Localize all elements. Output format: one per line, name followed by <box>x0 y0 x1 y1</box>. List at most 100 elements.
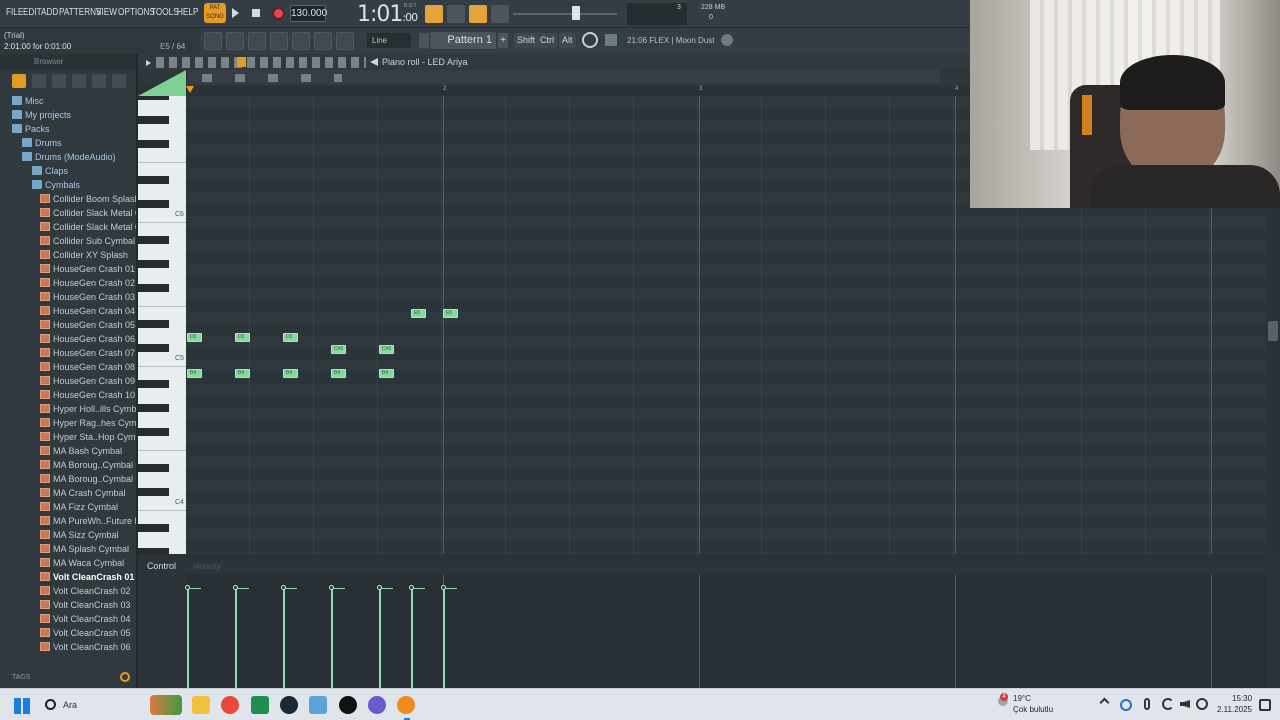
black-key[interactable] <box>138 344 169 352</box>
black-key[interactable] <box>138 116 169 124</box>
menu-edit[interactable]: EDIT <box>23 7 42 18</box>
pencil-tool-icon[interactable] <box>237 57 246 67</box>
browser-sample[interactable]: Volt CleanCrash 03 <box>40 598 131 612</box>
battery-icon[interactable] <box>1196 698 1208 710</box>
control-target-label[interactable]: Velocity <box>193 562 221 571</box>
black-key[interactable] <box>138 404 169 412</box>
cart-icon[interactable] <box>605 34 617 46</box>
typing-keyboard-icon[interactable] <box>425 5 443 23</box>
browser-sample[interactable]: MA Bash Cymbal <box>40 444 122 458</box>
tempo-display[interactable]: 130.000 <box>290 5 327 22</box>
settings-app-icon[interactable] <box>309 696 327 714</box>
velocity-bar[interactable] <box>235 588 237 688</box>
zoom-corner-icon[interactable] <box>138 70 186 96</box>
velocity-bar[interactable] <box>443 588 445 688</box>
piano-roll-menu-icon[interactable] <box>146 60 151 66</box>
browser-sample[interactable]: MA PureWh..Future FX <box>40 514 146 528</box>
browser-sample[interactable]: Collider XY Splash <box>40 248 128 262</box>
black-key[interactable] <box>138 380 169 388</box>
weather-temp[interactable]: 19°C <box>1013 694 1031 703</box>
browser-sample[interactable]: MA Boroug..Cymbal 01 <box>40 458 146 472</box>
browser-sample[interactable]: HouseGen Crash 08 <box>40 360 135 374</box>
step-edit-icon[interactable] <box>447 5 465 23</box>
browser-sample[interactable]: Volt CleanCrash 01 <box>40 570 134 584</box>
menu-file[interactable]: FILE <box>6 7 23 18</box>
shift-key-button[interactable]: Shift <box>514 33 539 48</box>
browser-sample[interactable]: HouseGen Crash 01 <box>40 262 135 276</box>
velocity-lane[interactable] <box>185 574 1266 688</box>
browser-sample[interactable]: Collider Slack Metal 02 <box>40 220 145 234</box>
browser-folder[interactable]: Drums <box>22 136 62 150</box>
browser-sample[interactable]: Hyper Sta..Hop Cymbal <box>40 430 148 444</box>
note-block[interactable]: C#5 <box>331 345 346 354</box>
microphone-icon[interactable] <box>1144 698 1150 710</box>
browser-sample[interactable]: Volt CleanCrash 02 <box>40 584 131 598</box>
black-key[interactable] <box>138 320 169 328</box>
browser-sample[interactable]: HouseGen Crash 09 <box>40 374 135 388</box>
black-key[interactable] <box>138 140 169 148</box>
note-block[interactable]: E5 <box>443 309 458 318</box>
browser-sample[interactable]: Volt CleanCrash 05 <box>40 626 131 640</box>
black-key[interactable] <box>138 284 169 292</box>
note-block[interactable]: C#5 <box>379 345 394 354</box>
velocity-handle[interactable] <box>185 585 190 590</box>
arrow-icon[interactable] <box>314 32 332 50</box>
recent-files-icon[interactable] <box>204 32 222 50</box>
browser-sample[interactable]: Volt CleanCrash 06 <box>40 640 131 654</box>
volume-icon[interactable] <box>1180 700 1190 708</box>
pattern-add-icon[interactable]: + <box>498 33 508 48</box>
vertical-scroll-thumb[interactable] <box>1268 321 1278 341</box>
black-key[interactable] <box>138 260 169 268</box>
black-key[interactable] <box>138 236 169 244</box>
search-icon[interactable] <box>120 672 130 682</box>
velocity-bar[interactable] <box>411 588 413 688</box>
browser-sample[interactable]: HouseGen Crash 10 <box>40 388 135 402</box>
browser-sample[interactable]: MA Splash Cymbal <box>40 542 129 556</box>
velocity-handle[interactable] <box>377 585 382 590</box>
menu-options[interactable]: OPTIONS <box>118 7 155 18</box>
wifi-icon[interactable] <box>1162 698 1174 710</box>
browser-all-icon[interactable] <box>12 74 26 88</box>
note-block[interactable]: D5 <box>187 333 202 342</box>
note-block[interactable]: D5 <box>283 333 298 342</box>
alt-key-button[interactable]: Alt <box>559 33 576 48</box>
black-key[interactable] <box>138 488 169 496</box>
browser-sample[interactable]: MA Sizz Cymbal <box>40 528 119 542</box>
taskbar-search-box[interactable]: Ara <box>63 700 77 710</box>
piano-keyboard[interactable]: C6 C5 C4 <box>138 96 186 554</box>
black-key[interactable] <box>138 96 169 100</box>
widgets-icon[interactable] <box>150 695 182 715</box>
browser-sample[interactable]: MA Crash Cymbal <box>40 486 126 500</box>
master-volume-handle[interactable] <box>572 6 580 20</box>
capcut-icon[interactable] <box>339 696 357 714</box>
sync-icon[interactable] <box>1120 699 1132 711</box>
globe-icon[interactable] <box>721 34 733 46</box>
notification-icon[interactable] <box>1259 699 1271 711</box>
gear-icon[interactable] <box>582 32 598 48</box>
pat-song-toggle[interactable]: PAT SONG <box>204 3 226 23</box>
browser-folder[interactable]: Drums (ModeAudio) <box>22 150 116 164</box>
metronome-icon[interactable] <box>491 5 509 23</box>
velocity-bar[interactable] <box>283 588 285 688</box>
fl-studio-icon[interactable] <box>397 696 415 714</box>
playlist-icon[interactable] <box>226 32 244 50</box>
steam-icon[interactable] <box>280 696 298 714</box>
browser-folder[interactable]: Claps <box>32 164 68 178</box>
pattern-selector[interactable]: Pattern 1 <box>430 32 496 49</box>
note-block[interactable]: B4 <box>187 369 202 378</box>
browser-sample[interactable]: Collider Slack Metal 01 <box>40 206 145 220</box>
chevron-up-icon[interactable] <box>1099 697 1110 708</box>
tags-label[interactable]: TAGS <box>12 674 31 681</box>
black-key[interactable] <box>138 200 169 208</box>
menu-help[interactable]: HELP <box>177 7 198 18</box>
browser-folder[interactable]: My projects <box>12 108 71 122</box>
weather-desc[interactable]: Çok bulutlu <box>1013 705 1053 714</box>
microphone-icon[interactable] <box>336 32 354 50</box>
browser-back-icon[interactable] <box>52 74 66 88</box>
song-position-display[interactable]: 1:01:00 <box>357 2 418 27</box>
browser-sample[interactable]: MA Boroug..Cymbal 02 <box>40 472 146 486</box>
browser-plugin-icon[interactable] <box>72 74 86 88</box>
browser-sample[interactable]: Volt CleanCrash 04 <box>40 612 131 626</box>
stop-icon[interactable] <box>252 9 260 17</box>
menu-add[interactable]: ADD <box>41 7 58 18</box>
